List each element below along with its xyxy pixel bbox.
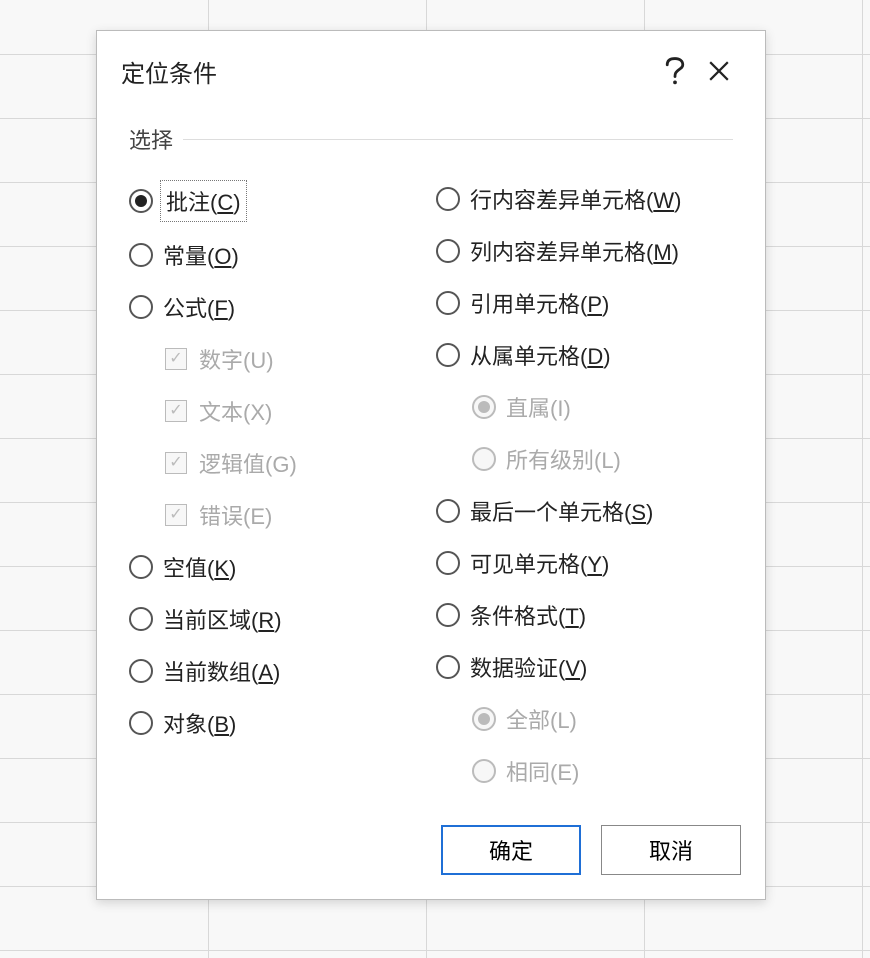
radio-icon	[129, 555, 153, 579]
radio-icon	[436, 343, 460, 367]
close-button[interactable]	[697, 49, 741, 93]
option-label: 引用单元格(P)	[470, 287, 609, 319]
radio-icon	[436, 291, 460, 315]
radio-icon	[436, 239, 460, 263]
option-label: 当前数组(A)	[163, 655, 280, 687]
check-icon: ✓	[169, 403, 182, 419]
option-formulas[interactable]: 公式(F)	[129, 281, 426, 333]
checkbox-icon: ✓	[165, 452, 187, 474]
check-icon: ✓	[169, 351, 182, 367]
option-numbers: ✓ 数字(U)	[129, 333, 426, 385]
radio-icon	[436, 187, 460, 211]
option-data-validation[interactable]: 数据验证(V)	[436, 641, 733, 693]
option-label: 空值(K)	[163, 551, 236, 583]
close-icon	[708, 60, 730, 82]
radio-icon	[129, 189, 153, 213]
option-label: 条件格式(T)	[470, 599, 586, 631]
option-text: ✓ 文本(X)	[129, 385, 426, 437]
option-label: 行内容差异单元格(W)	[470, 183, 681, 215]
option-label: 逻辑值(G)	[199, 447, 297, 479]
option-label: 相同(E)	[506, 755, 579, 787]
option-row-diff[interactable]: 行内容差异单元格(W)	[436, 173, 733, 225]
option-label: 列内容差异单元格(M)	[470, 235, 679, 267]
radio-icon	[129, 659, 153, 683]
option-label: 对象(B)	[163, 707, 236, 739]
radio-icon	[436, 499, 460, 523]
cancel-button[interactable]: 取消	[601, 825, 741, 875]
radio-icon	[472, 759, 496, 783]
dialog-titlebar: 定位条件	[97, 31, 765, 103]
section-label: 选择	[129, 123, 173, 155]
option-comments[interactable]: 批注(C)	[129, 173, 426, 229]
option-dependents[interactable]: 从属单元格(D)	[436, 329, 733, 381]
option-blanks[interactable]: 空值(K)	[129, 541, 426, 593]
option-label: 当前区域(R)	[163, 603, 282, 635]
option-label: 全部(L)	[506, 703, 577, 735]
radio-icon	[436, 655, 460, 679]
option-current-array[interactable]: 当前数组(A)	[129, 645, 426, 697]
options-column-left: 批注(C) 常量(O) 公式(F) ✓ 数字(U) ✓ 文本(X) ✓ 逻辑值(G) ✓ 错误(E)…	[129, 173, 426, 797]
option-precedents[interactable]: 引用单元格(P)	[436, 277, 733, 329]
go-to-special-dialog: 定位条件 选择 批注(C) 常量(O) 公式(F) ✓ 数字(U) ✓ 文本(X) ✓ 逻辑值(…	[96, 30, 766, 900]
radio-icon	[436, 603, 460, 627]
check-icon: ✓	[169, 455, 182, 471]
option-label: 数据验证(V)	[470, 651, 587, 683]
ok-button[interactable]: 确定	[441, 825, 581, 875]
option-direct: 直属(I)	[436, 381, 733, 433]
option-label: 直属(I)	[506, 391, 571, 423]
option-label: 数字(U)	[199, 343, 274, 375]
options-columns: 批注(C) 常量(O) 公式(F) ✓ 数字(U) ✓ 文本(X) ✓ 逻辑值(G) ✓ 错误(E)…	[129, 173, 733, 797]
radio-icon	[129, 295, 153, 319]
radio-icon	[472, 395, 496, 419]
dialog-buttons: 确定 取消	[97, 805, 765, 899]
section-header: 选择	[129, 123, 733, 155]
option-errors: ✓ 错误(E)	[129, 489, 426, 541]
checkbox-icon: ✓	[165, 400, 187, 422]
dialog-content: 选择 批注(C) 常量(O) 公式(F) ✓ 数字(U) ✓ 文本(X) ✓ 逻辑值(G) ✓ 错误…	[97, 103, 765, 805]
option-constants[interactable]: 常量(O)	[129, 229, 426, 281]
option-label: 最后一个单元格(S)	[470, 495, 653, 527]
option-label: 所有级别(L)	[506, 443, 621, 475]
option-col-diff[interactable]: 列内容差异单元格(M)	[436, 225, 733, 277]
option-label: 公式(F)	[163, 291, 235, 323]
option-visible[interactable]: 可见单元格(Y)	[436, 537, 733, 589]
radio-icon	[436, 551, 460, 575]
option-label: 文本(X)	[199, 395, 272, 427]
radio-icon	[129, 243, 153, 267]
option-dv-all: 全部(L)	[436, 693, 733, 745]
section-divider	[183, 139, 733, 140]
radio-icon	[129, 711, 153, 735]
checkbox-icon: ✓	[165, 348, 187, 370]
option-label: 可见单元格(Y)	[470, 547, 609, 579]
radio-icon	[472, 707, 496, 731]
option-label: 常量(O)	[163, 239, 239, 271]
cancel-button-label: 取消	[649, 834, 693, 866]
help-icon	[665, 57, 685, 85]
radio-dot-icon	[135, 195, 147, 207]
help-button[interactable]	[653, 49, 697, 93]
option-label: 错误(E)	[199, 499, 272, 531]
option-label: 批注(C)	[163, 183, 244, 219]
checkbox-icon: ✓	[165, 504, 187, 526]
dialog-title: 定位条件	[121, 54, 653, 89]
option-dv-same: 相同(E)	[436, 745, 733, 797]
option-objects[interactable]: 对象(B)	[129, 697, 426, 749]
radio-icon	[129, 607, 153, 631]
radio-icon	[472, 447, 496, 471]
ok-button-label: 确定	[489, 834, 533, 866]
option-label: 从属单元格(D)	[470, 339, 611, 371]
option-all-levels: 所有级别(L)	[436, 433, 733, 485]
radio-dot-icon	[478, 713, 490, 725]
option-last-cell[interactable]: 最后一个单元格(S)	[436, 485, 733, 537]
option-cond-format[interactable]: 条件格式(T)	[436, 589, 733, 641]
check-icon: ✓	[169, 507, 182, 523]
option-current-region[interactable]: 当前区域(R)	[129, 593, 426, 645]
options-column-right: 行内容差异单元格(W) 列内容差异单元格(M) 引用单元格(P) 从属单元格(D) 直属…	[436, 173, 733, 797]
radio-dot-icon	[478, 401, 490, 413]
option-logicals: ✓ 逻辑值(G)	[129, 437, 426, 489]
